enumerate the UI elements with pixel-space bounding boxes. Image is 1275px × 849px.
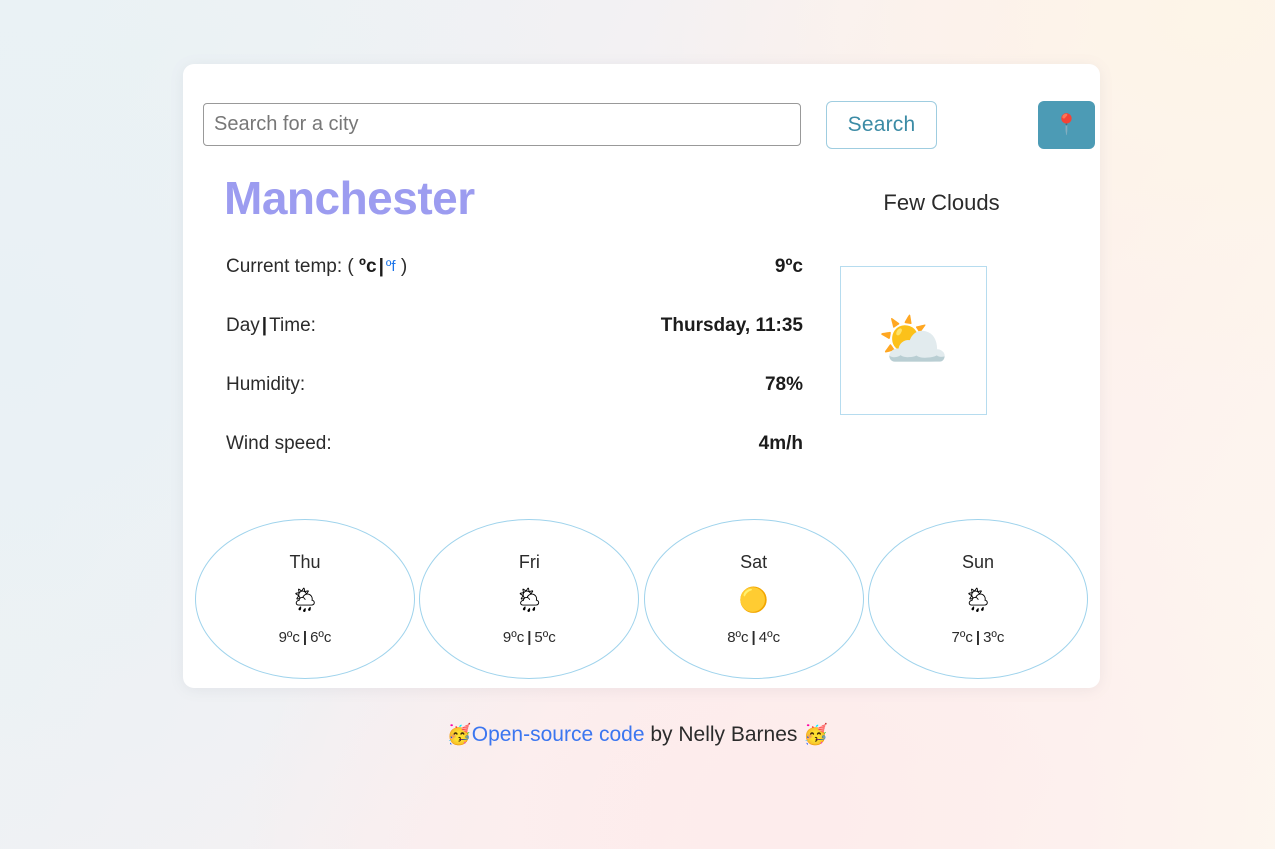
forecast-low: 5ºc [534, 629, 556, 646]
humidity-label: Humidity: [226, 374, 306, 395]
detail-row-current-temp: Current temp: ( ºc | ºf ) 9ºc [226, 256, 803, 315]
unit-fahrenheit-link[interactable]: ºf [386, 258, 396, 275]
weather-card: Search 📍 Manchester Few Clouds Current t… [183, 64, 1100, 688]
footer: 🥳Open-source code by Nelly Barnes 🥳 [0, 722, 1275, 747]
partying-face-icon-right: 🥳 [803, 724, 829, 746]
current-temp-label-suffix: ) [400, 256, 408, 277]
sun-behind-rain-cloud-icon: 🌦 [514, 587, 545, 614]
current-temp-label: Current temp: ( ºc | ºf ) [226, 256, 407, 278]
open-source-code-link[interactable]: Open-source code [472, 723, 645, 746]
current-temp-value: 9ºc [774, 256, 803, 277]
search-button[interactable]: Search [826, 101, 937, 149]
current-temp-label-prefix: Current temp: ( [226, 256, 354, 277]
current-location-button[interactable]: 📍 [1038, 101, 1095, 149]
forecast-temps: 9ºc | 5ºc [503, 629, 556, 646]
forecast-card-sun[interactable]: Sun 🌦 7ºc | 3ºc [867, 519, 1088, 679]
day-time-label: Day | Time: [226, 315, 316, 337]
forecast-day-label: Fri [518, 552, 540, 572]
forecast-card-thu[interactable]: Thu 🌦 9ºc | 6ºc [195, 519, 415, 679]
forecast-temp-separator: | [751, 629, 756, 646]
sun-icon: 🟡 [738, 587, 769, 614]
detail-row-wind-speed: Wind speed: 4m/h [226, 433, 803, 492]
weather-condition-text: Few Clouds [883, 190, 1000, 215]
forecast-temp-separator: | [302, 629, 308, 646]
weather-details-list: Current temp: ( ºc | ºf ) 9ºc Day | Time: Th… [226, 256, 803, 492]
forecast-temps: 7ºc | 3ºc [952, 629, 1005, 646]
unit-celsius-active: ºc [359, 256, 377, 277]
humidity-value: 78% [764, 374, 803, 395]
search-row: Search 📍 [203, 101, 1095, 149]
forecast-high: 9ºc [502, 629, 525, 646]
forecast-low: 4ºc [758, 629, 781, 646]
forecast-temp-separator: | [527, 629, 532, 646]
partying-face-icon-left: 🥳 [446, 724, 472, 746]
forecast-temps: 9ºc | 6ºc [279, 629, 332, 646]
detail-row-humidity: Humidity: 78% [226, 374, 803, 433]
sun-behind-rain-cloud-icon: 🌦 [962, 587, 994, 614]
wind-speed-value: 4m/h [758, 433, 803, 454]
current-weather-icon-box: ⛅ [840, 266, 987, 415]
footer-author-text: by Nelly Barnes [644, 723, 804, 746]
round-pushpin-icon: 📍 [1054, 114, 1079, 136]
wind-speed-label: Wind speed: [226, 433, 332, 454]
forecast-high: 7ºc [951, 629, 973, 646]
forecast-high: 9ºc [278, 629, 300, 646]
forecast-row: Thu 🌦 9ºc | 6ºc Fri 🌦 9ºc | 5ºc Sat 🟡 8ºc | 4º… [195, 519, 1088, 679]
forecast-day-label: Sun [961, 552, 994, 572]
sun-behind-cloud-icon: ⛅ [877, 307, 950, 373]
forecast-high: 8ºc [727, 629, 749, 646]
forecast-day-label: Thu [289, 552, 321, 572]
forecast-low: 6ºc [310, 629, 332, 646]
forecast-day-label: Sat [740, 552, 768, 572]
time-label: Time: [269, 315, 316, 336]
day-time-separator: | [261, 315, 268, 336]
day-time-value: Thursday, 11:35 [660, 315, 803, 336]
page-title: Manchester [224, 172, 475, 224]
forecast-temp-separator: | [975, 629, 981, 646]
detail-row-day-time: Day | Time: Thursday, 11:35 [226, 315, 803, 374]
day-label: Day [226, 315, 260, 336]
sun-behind-rain-cloud-icon: 🌦 [289, 587, 321, 614]
unit-separator: | [378, 256, 384, 277]
forecast-low: 3ºc [983, 629, 1005, 646]
forecast-card-sat[interactable]: Sat 🟡 8ºc | 4ºc [643, 519, 864, 679]
app-background: Search 📍 Manchester Few Clouds Current t… [0, 0, 1275, 849]
search-input[interactable] [203, 103, 801, 146]
forecast-temps: 8ºc | 4ºc [727, 629, 780, 646]
forecast-card-fri[interactable]: Fri 🌦 9ºc | 5ºc [419, 519, 640, 679]
